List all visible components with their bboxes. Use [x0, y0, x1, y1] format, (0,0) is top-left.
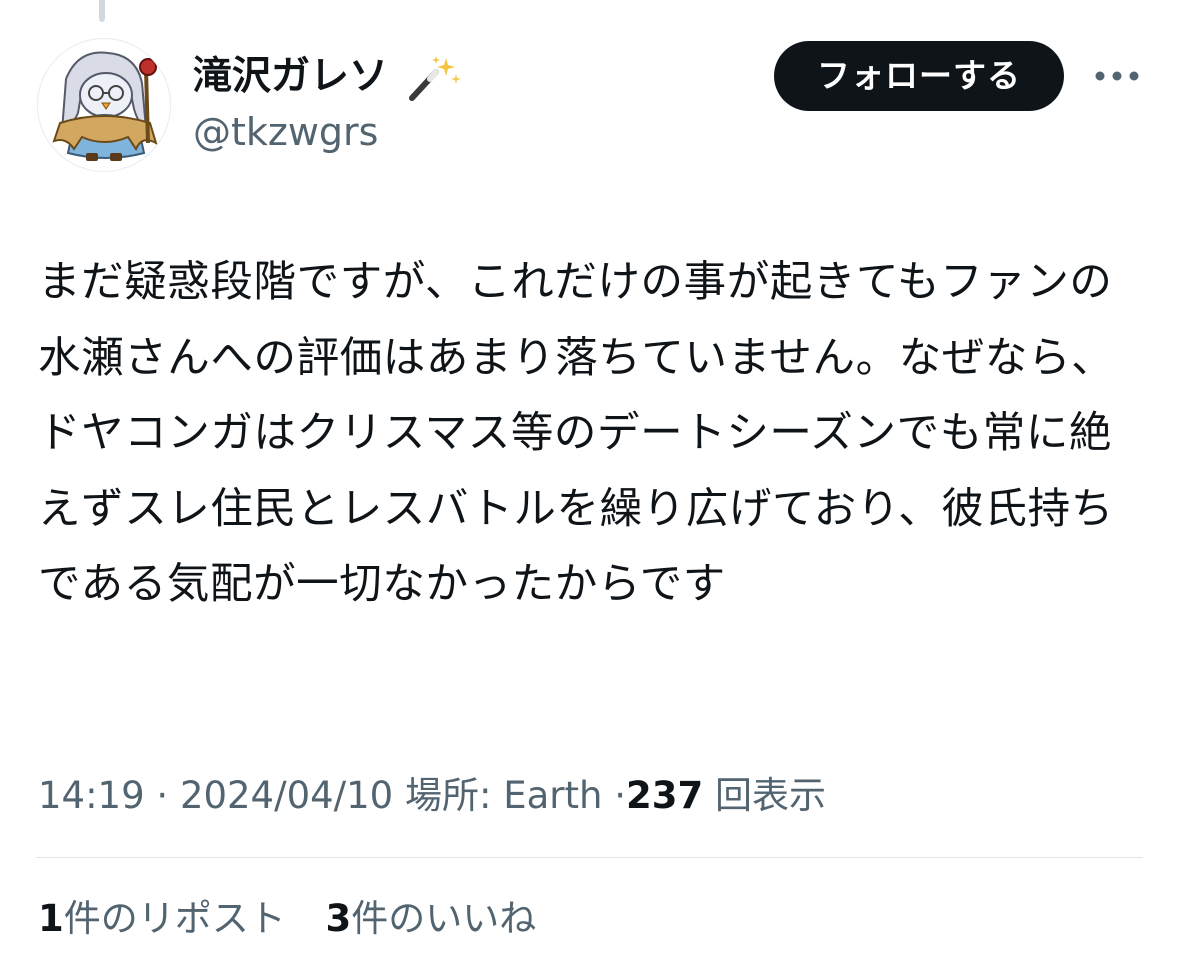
avatar[interactable] — [37, 38, 171, 172]
display-name[interactable]: 滝沢ガレソ — [193, 54, 388, 100]
divider — [36, 857, 1143, 858]
thread-connector-line — [99, 0, 105, 22]
engagement-stats: 1件のリポスト 3件のいいね — [38, 895, 564, 943]
tweet-date[interactable]: 2024/04/10 — [180, 774, 393, 817]
tweet-meta: 14:19 · 2024/04/10 場所: Earth ·237 回表示 — [38, 772, 826, 820]
likes-label: 件のいいね — [351, 897, 537, 940]
tweet-text: まだ疑惑段階ですが、これだけの事が起きてもファンの水瀬さんへの評価はあまり落ちて… — [38, 258, 1115, 609]
likes-stat[interactable]: 3件のいいね — [326, 895, 537, 943]
meta-separator-2: · — [614, 774, 626, 817]
reposts-stat[interactable]: 1件のリポスト — [38, 895, 286, 943]
likes-count: 3 — [325, 897, 352, 940]
tweet-location: 場所: Earth — [404, 774, 603, 817]
reposts-count: 1 — [38, 897, 64, 940]
follow-button[interactable]: フォローする — [774, 41, 1064, 111]
magic-wand-icon — [409, 56, 461, 101]
more-dots-icon[interactable] — [1094, 64, 1140, 88]
user-handle[interactable]: @tkzwgrs — [193, 110, 378, 154]
meta-separator: · — [156, 774, 169, 817]
tweet-time[interactable]: 14:19 — [38, 774, 145, 817]
views-label: 回表示 — [714, 774, 826, 817]
reposts-label: 件のリポスト — [63, 897, 286, 940]
views-count: 237 — [625, 774, 704, 817]
